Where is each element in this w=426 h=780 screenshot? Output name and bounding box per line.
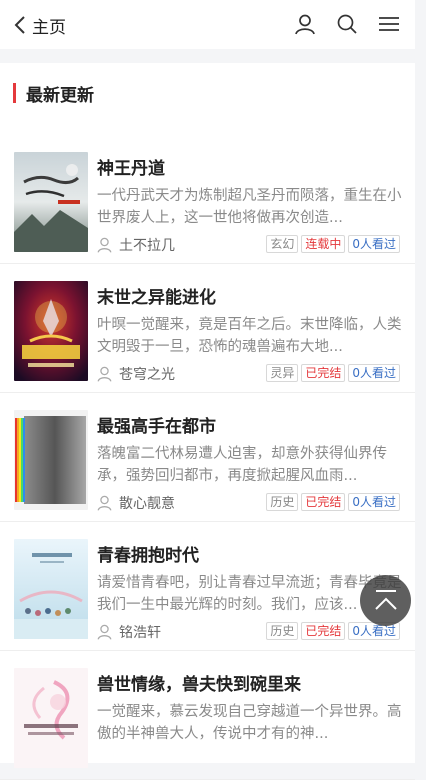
author-row: 苍穹之光 — [97, 364, 175, 384]
genre-tag: 历史 — [266, 622, 299, 640]
book-tags: 历史 已完结 0人看过 — [266, 493, 400, 511]
scroll-to-top-button[interactable] — [360, 575, 411, 626]
book-tags: 灵异 已完结 0人看过 — [266, 364, 400, 382]
author-icon — [97, 495, 112, 511]
author-name: 铭浩轩 — [119, 625, 161, 641]
author-icon — [97, 237, 112, 253]
book-description: 请爱惜青春吧，别让青春过早流逝；青春毕竟是我们一生中最光辉的时刻。我们，应该..… — [97, 575, 402, 613]
author-row: 土不拉几 — [97, 235, 175, 255]
book-item[interactable]: 末世之异能进化 叶暝一觉醒来，竟是百年之后。末世降临，人类文明毁于一旦，恐怖的魂… — [0, 264, 415, 393]
back-button[interactable]: 主页 — [14, 12, 66, 38]
arrow-up-icon — [374, 589, 397, 610]
views-tag: 0人看过 — [348, 364, 400, 382]
latest-updates-panel: 最新更新 神王丹道 一代丹武天才为炼制超凡圣丹而陨落，重生在小世界废人上，这一世… — [0, 63, 415, 780]
book-description: 落魄富二代林易遭人迫害，却意外获得仙界传承，强势回归都市，再度掀起腥风血雨... — [97, 446, 387, 484]
genre-tag: 玄幻 — [266, 235, 299, 253]
author-icon — [97, 624, 112, 640]
user-icon[interactable] — [293, 12, 317, 36]
book-description: 叶暝一觉醒来，竟是百年之后。末世降临，人类文明毁于一旦，恐怖的魂兽遍布大地... — [97, 317, 402, 355]
author-name: 土不拉几 — [119, 238, 175, 254]
chevron-left-icon — [14, 16, 25, 34]
back-label: 主页 — [32, 17, 66, 38]
book-title[interactable]: 兽世情缘，兽夫快到碗里来 — [97, 670, 301, 695]
genre-tag: 历史 — [266, 493, 299, 511]
top-bar: 主页 — [0, 0, 415, 49]
book-title[interactable]: 青春拥抱时代 — [97, 541, 199, 566]
book-title[interactable]: 末世之异能进化 — [97, 283, 216, 308]
book-item[interactable]: 青春拥抱时代 请爱惜青春吧，别让青春过早流逝；青春毕竟是我们一生中最光辉的时刻。… — [0, 522, 415, 651]
status-tag: 已完结 — [301, 364, 346, 382]
book-cover[interactable] — [14, 539, 88, 639]
views-tag: 0人看过 — [348, 235, 400, 253]
book-title[interactable]: 最强高手在都市 — [97, 412, 216, 437]
author-icon — [97, 366, 112, 382]
section-accent-bar — [13, 83, 16, 103]
book-tags: 玄幻 连载中 0人看过 — [266, 235, 400, 253]
book-cover[interactable] — [14, 668, 88, 768]
views-tag: 0人看过 — [348, 493, 400, 511]
author-name: 散心靓意 — [119, 496, 175, 512]
author-row: 铭浩轩 — [97, 622, 161, 642]
section-title: 最新更新 — [26, 85, 94, 106]
status-tag: 连载中 — [301, 235, 346, 253]
book-description: 一觉醒来，慕云发现自己穿越道一个异世界。高傲的半神兽大人，传说中才有的神... — [97, 704, 402, 742]
book-cover[interactable] — [14, 281, 88, 381]
book-title[interactable]: 神王丹道 — [97, 154, 165, 179]
menu-icon[interactable] — [377, 12, 401, 36]
book-item[interactable]: 神王丹道 一代丹武天才为炼制超凡圣丹而陨落，重生在小世界废人上，这一世他将做再次… — [0, 135, 415, 264]
status-tag: 已完结 — [301, 622, 346, 640]
status-tag: 已完结 — [301, 493, 346, 511]
author-row: 散心靓意 — [97, 493, 175, 513]
author-name: 苍穹之光 — [119, 367, 175, 383]
book-cover[interactable] — [14, 152, 88, 252]
book-item[interactable]: 最强高手在都市 落魄富二代林易遭人迫害，却意外获得仙界传承，强势回归都市，再度掀… — [0, 393, 415, 522]
search-icon[interactable] — [335, 12, 359, 36]
book-cover[interactable] — [14, 410, 88, 510]
book-description: 一代丹武天才为炼制超凡圣丹而陨落，重生在小世界废人上，这一世他将做再次创造... — [97, 188, 402, 226]
section-header: 最新更新 — [13, 82, 94, 106]
genre-tag: 灵异 — [266, 364, 299, 382]
book-item[interactable]: 兽世情缘，兽夫快到碗里来 一觉醒来，慕云发现自己穿越道一个异世界。高傲的半神兽大… — [0, 651, 415, 780]
